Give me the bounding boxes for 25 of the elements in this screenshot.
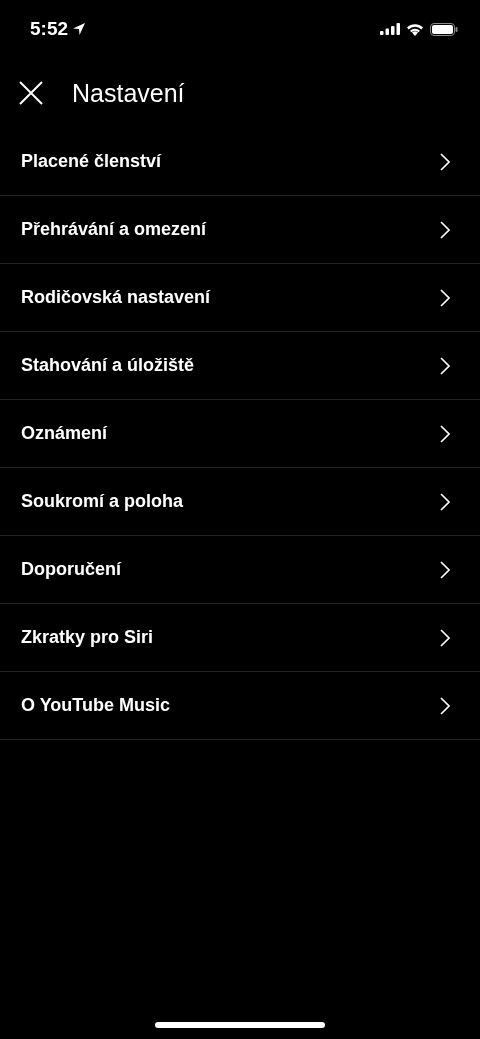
close-icon[interactable] bbox=[19, 81, 43, 105]
chevron-right-icon bbox=[440, 356, 450, 375]
chevron-right-icon bbox=[440, 492, 450, 511]
chevron-right-icon bbox=[440, 288, 450, 307]
settings-item[interactable]: Zkratky pro Siri bbox=[0, 604, 480, 672]
wifi-icon bbox=[406, 22, 424, 36]
settings-item[interactable]: Stahování a úložiště bbox=[0, 332, 480, 400]
settings-item[interactable]: Soukromí a poloha bbox=[0, 468, 480, 536]
settings-item[interactable]: O YouTube Music bbox=[0, 672, 480, 740]
settings-item[interactable]: Placené členství bbox=[0, 128, 480, 196]
chevron-right-icon bbox=[440, 152, 450, 171]
settings-item[interactable]: Oznámení bbox=[0, 400, 480, 468]
chevron-right-icon bbox=[440, 220, 450, 239]
chevron-right-icon bbox=[440, 628, 450, 647]
settings-item[interactable]: Doporučení bbox=[0, 536, 480, 604]
signal-icon bbox=[380, 23, 400, 35]
battery-icon bbox=[430, 22, 458, 36]
chevron-right-icon bbox=[440, 696, 450, 715]
page-title: Nastavení bbox=[72, 78, 185, 108]
chevron-right-icon bbox=[440, 424, 450, 443]
chevron-right-icon bbox=[440, 560, 450, 579]
settings-item[interactable]: Přehrávání a omezení bbox=[0, 196, 480, 264]
status-time: 5:52 bbox=[30, 18, 69, 40]
settings-item[interactable]: Rodičovská nastavení bbox=[0, 264, 480, 332]
location-arrow-icon bbox=[72, 22, 87, 36]
